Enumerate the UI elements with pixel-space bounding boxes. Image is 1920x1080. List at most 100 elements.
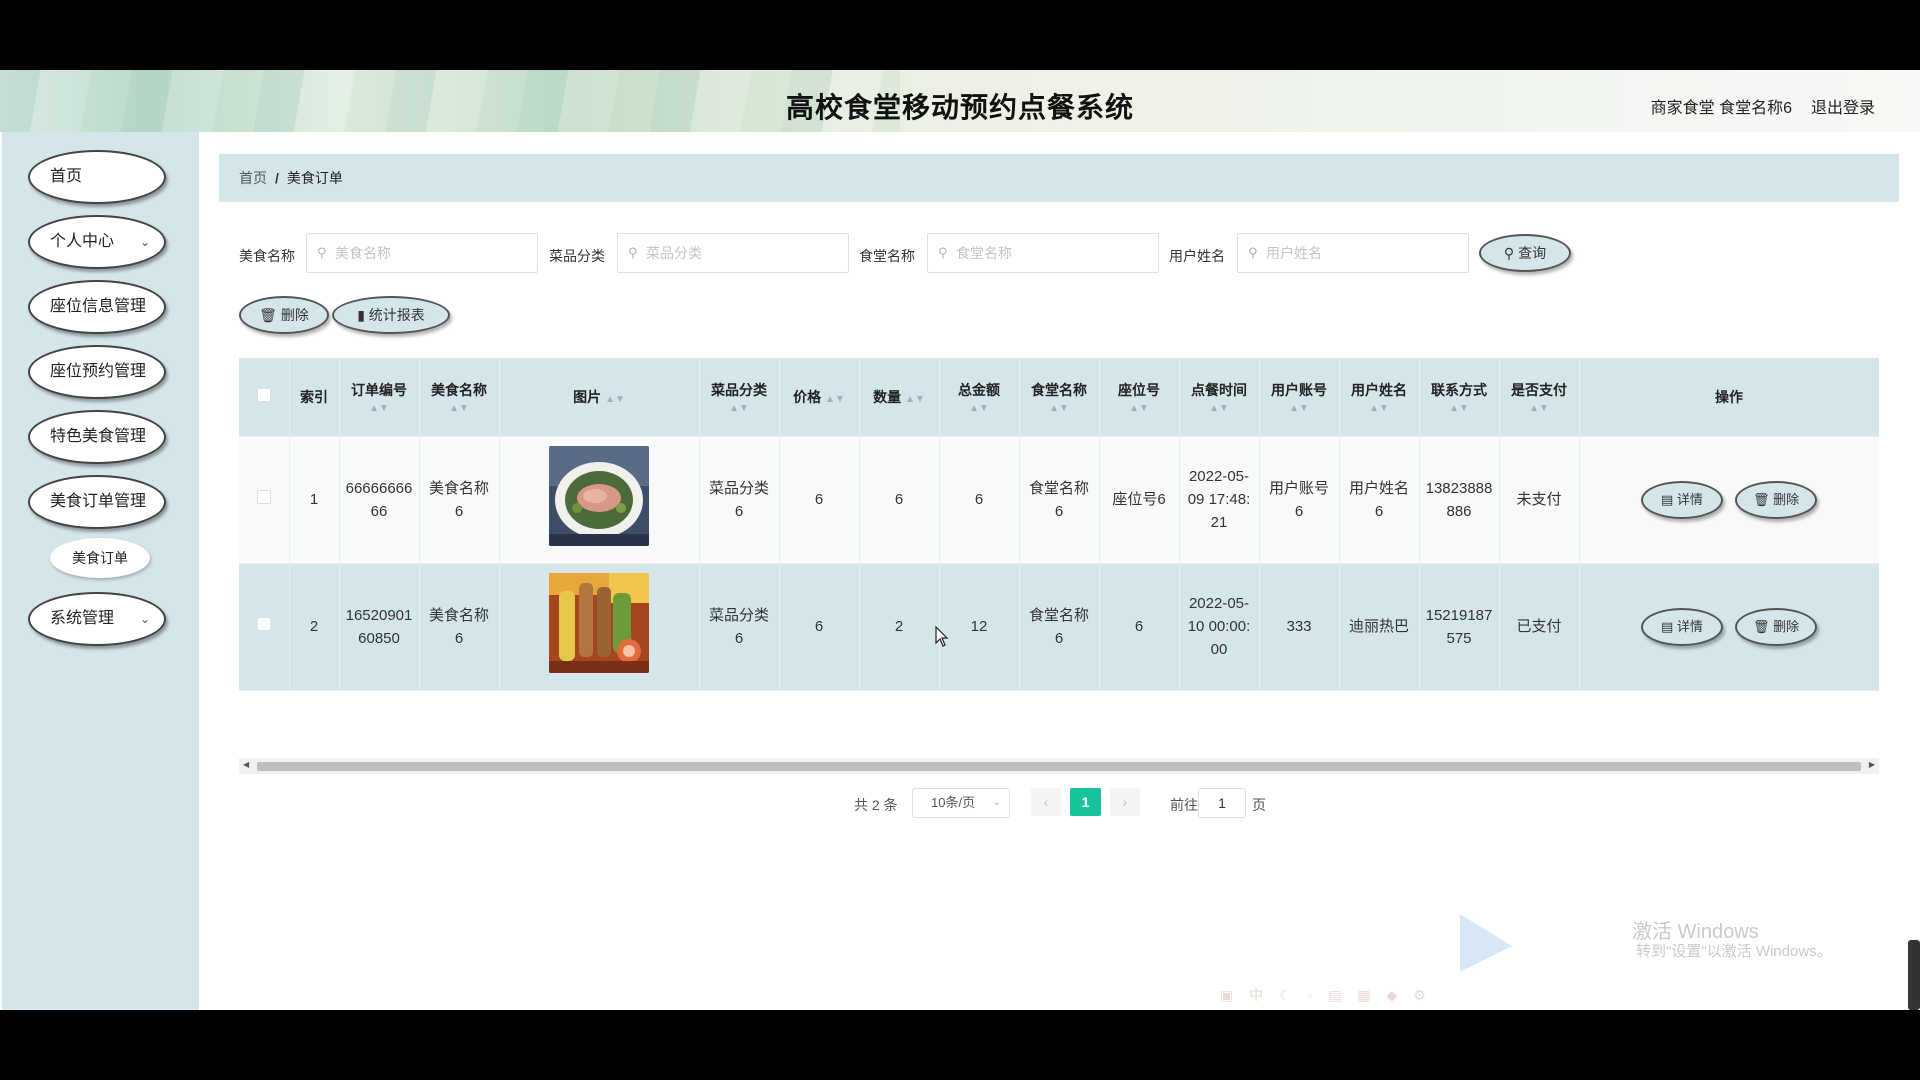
sort-icon[interactable]: ▲▼ bbox=[1191, 403, 1247, 414]
cell-account: 333 bbox=[1259, 563, 1340, 691]
search-icon: ⚲ bbox=[938, 245, 948, 260]
select-all-checkbox[interactable] bbox=[256, 388, 271, 403]
cell-actions: ▤ 详情 🗑 删除 bbox=[1579, 436, 1879, 564]
cell-order-no: 1652090160850 bbox=[339, 563, 420, 691]
canteen-name-input[interactable] bbox=[956, 243, 1151, 263]
column-header-label: 价格 bbox=[793, 388, 822, 405]
page-size-value: 10条/页 bbox=[931, 795, 976, 810]
top-header: 高校食堂移动预约点餐系统 商家食堂 食堂名称6 退出登录 bbox=[0, 70, 1920, 132]
trash-icon: 🗑 bbox=[259, 307, 277, 323]
trash-icon: 🗑 bbox=[1753, 618, 1770, 634]
next-page-button[interactable]: › bbox=[1110, 788, 1140, 816]
sort-icon[interactable]: ▲▼ bbox=[431, 403, 487, 414]
cell-canteen: 食堂名称6 bbox=[1019, 563, 1100, 691]
page-number-current[interactable]: 1 bbox=[1070, 788, 1101, 816]
column-header-index: 索引 bbox=[289, 358, 340, 437]
cell-order-time: 2022-05-09 17:48:21 bbox=[1179, 436, 1260, 564]
sort-icon[interactable]: ▲▼ bbox=[711, 403, 767, 414]
detail-button[interactable]: ▤ 详情 bbox=[1640, 480, 1723, 519]
column-header-seat[interactable]: 座位号 ▲▼ bbox=[1099, 358, 1180, 437]
sidebar-item-system[interactable]: 系统管理 ⌄ bbox=[28, 592, 166, 646]
cell-username: 迪丽热巴 bbox=[1339, 563, 1420, 691]
page-suffix-label: 页 bbox=[1252, 797, 1266, 813]
food-image-grilled-skewers[interactable] bbox=[549, 573, 649, 673]
search-label-food-name: 美食名称 bbox=[239, 248, 295, 264]
cell-total: 12 bbox=[939, 563, 1020, 691]
batch-delete-button[interactable]: 🗑 删除 bbox=[239, 296, 329, 334]
table-row: 2 1652090160850 美食名称6 菜品分类6 6 2 12 食堂名称6… bbox=[239, 563, 1879, 691]
horizontal-scrollbar[interactable]: ◀ ▶ bbox=[239, 758, 1879, 774]
cell-actions: ▤ 详情 🗑 删除 bbox=[1579, 563, 1879, 691]
breadcrumb-separator: / bbox=[275, 170, 279, 186]
column-header-label: 用户姓名 bbox=[1351, 381, 1407, 398]
sort-icon[interactable]: ▲▼ bbox=[905, 394, 925, 405]
sidebar-item-food-orders[interactable]: 美食订单管理 bbox=[28, 475, 166, 529]
sidebar-item-personal-center[interactable]: 个人中心 ⌄ bbox=[28, 215, 166, 269]
cell-quantity: 6 bbox=[859, 436, 940, 564]
statistics-report-button[interactable]: ▮ 统计报表 bbox=[332, 296, 450, 334]
column-header-quantity[interactable]: 数量 ▲▼ bbox=[859, 358, 940, 437]
breadcrumb-home[interactable]: 首页 bbox=[239, 170, 267, 186]
page-size-select[interactable]: 10条/页 ⌄ bbox=[912, 788, 1010, 818]
sort-icon[interactable]: ▲▼ bbox=[351, 403, 407, 414]
sidebar-item-label: 系统管理 bbox=[50, 610, 115, 627]
food-name-input[interactable] bbox=[335, 243, 530, 263]
query-button[interactable]: ⚲ 查询 bbox=[1479, 234, 1571, 272]
logout-link[interactable]: 退出登录 bbox=[1811, 94, 1875, 118]
row-checkbox[interactable] bbox=[256, 490, 271, 504]
bar-chart-icon: ▮ bbox=[357, 307, 365, 323]
username-input[interactable] bbox=[1266, 243, 1461, 263]
column-header-food-name[interactable]: 美食名称 ▲▼ bbox=[419, 358, 500, 437]
column-header-order-no[interactable]: 订单编号 ▲▼ bbox=[339, 358, 420, 437]
detail-button[interactable]: ▤ 详情 bbox=[1640, 607, 1723, 646]
prev-page-button[interactable]: ‹ bbox=[1031, 788, 1061, 816]
scroll-left-arrow-icon[interactable]: ◀ bbox=[243, 760, 249, 769]
cell-paid: 未支付 bbox=[1499, 436, 1580, 564]
column-header-canteen[interactable]: 食堂名称 ▲▼ bbox=[1019, 358, 1100, 437]
search-label-category: 菜品分类 bbox=[549, 248, 605, 264]
food-image-plated-fish[interactable] bbox=[549, 446, 649, 546]
sidebar-item-seat-reservation[interactable]: 座位预约管理 bbox=[28, 345, 166, 399]
column-header-image[interactable]: 图片 ▲▼ bbox=[499, 358, 700, 437]
sidebar-subitem-food-order[interactable]: 美食订单 bbox=[50, 538, 150, 578]
sidebar-item-seat-info[interactable]: 座位信息管理 bbox=[28, 280, 166, 334]
column-header-paid[interactable]: 是否支付 ▲▼ bbox=[1499, 358, 1580, 437]
scroll-right-arrow-icon[interactable]: ▶ bbox=[1869, 760, 1875, 769]
sort-icon[interactable]: ▲▼ bbox=[605, 394, 625, 405]
column-header-category[interactable]: 菜品分类 ▲▼ bbox=[699, 358, 780, 437]
sort-icon[interactable]: ▲▼ bbox=[1511, 403, 1567, 414]
column-header-username[interactable]: 用户姓名 ▲▼ bbox=[1339, 358, 1420, 437]
goto-page-input[interactable]: 1 bbox=[1198, 788, 1246, 818]
column-header-price[interactable]: 价格 ▲▼ bbox=[779, 358, 860, 437]
windows-activation-logo-icon bbox=[1460, 914, 1512, 972]
delete-button[interactable]: 🗑 删除 bbox=[1735, 607, 1818, 646]
canteen-search-box: ⚲ bbox=[927, 233, 1159, 273]
sort-icon[interactable]: ▲▼ bbox=[1031, 403, 1087, 414]
cell-order-no: 6666666666 bbox=[339, 436, 420, 564]
delete-button[interactable]: 🗑 删除 bbox=[1735, 480, 1818, 519]
sort-icon[interactable]: ▲▼ bbox=[1351, 403, 1407, 414]
column-header-total[interactable]: 总金额 ▲▼ bbox=[939, 358, 1020, 437]
cell-food-name: 美食名称6 bbox=[419, 563, 500, 691]
cell-paid: 已支付 bbox=[1499, 563, 1580, 691]
sort-icon[interactable]: ▲▼ bbox=[958, 403, 1000, 414]
column-header-order-time[interactable]: 点餐时间 ▲▼ bbox=[1179, 358, 1260, 437]
sidebar-item-home[interactable]: 首页 bbox=[28, 150, 166, 204]
row-checkbox[interactable] bbox=[256, 617, 271, 631]
sidebar-item-special-food[interactable]: 特色美食管理 bbox=[28, 410, 166, 464]
document-icon: ▤ bbox=[1660, 618, 1674, 634]
sort-icon[interactable]: ▲▼ bbox=[1118, 403, 1160, 414]
app-screen: 高校食堂移动预约点餐系统 商家食堂 食堂名称6 退出登录 首页 个人中心 ⌄ 座… bbox=[0, 70, 1920, 1010]
scrollbar-thumb[interactable] bbox=[257, 762, 1861, 771]
category-input[interactable] bbox=[646, 243, 841, 263]
column-header-phone[interactable]: 联系方式 ▲▼ bbox=[1419, 358, 1500, 437]
column-header-account[interactable]: 用户账号 ▲▼ bbox=[1259, 358, 1340, 437]
sort-icon[interactable]: ▲▼ bbox=[1271, 403, 1327, 414]
breadcrumb-current: 美食订单 bbox=[286, 170, 343, 186]
sort-icon[interactable]: ▲▼ bbox=[825, 394, 845, 405]
sort-icon[interactable]: ▲▼ bbox=[1431, 403, 1487, 414]
search-icon: ⚲ bbox=[1248, 245, 1258, 260]
chevron-down-icon: ⌄ bbox=[139, 612, 150, 626]
cell-total: 6 bbox=[939, 436, 1020, 564]
column-header-label: 菜品分类 bbox=[711, 381, 767, 398]
